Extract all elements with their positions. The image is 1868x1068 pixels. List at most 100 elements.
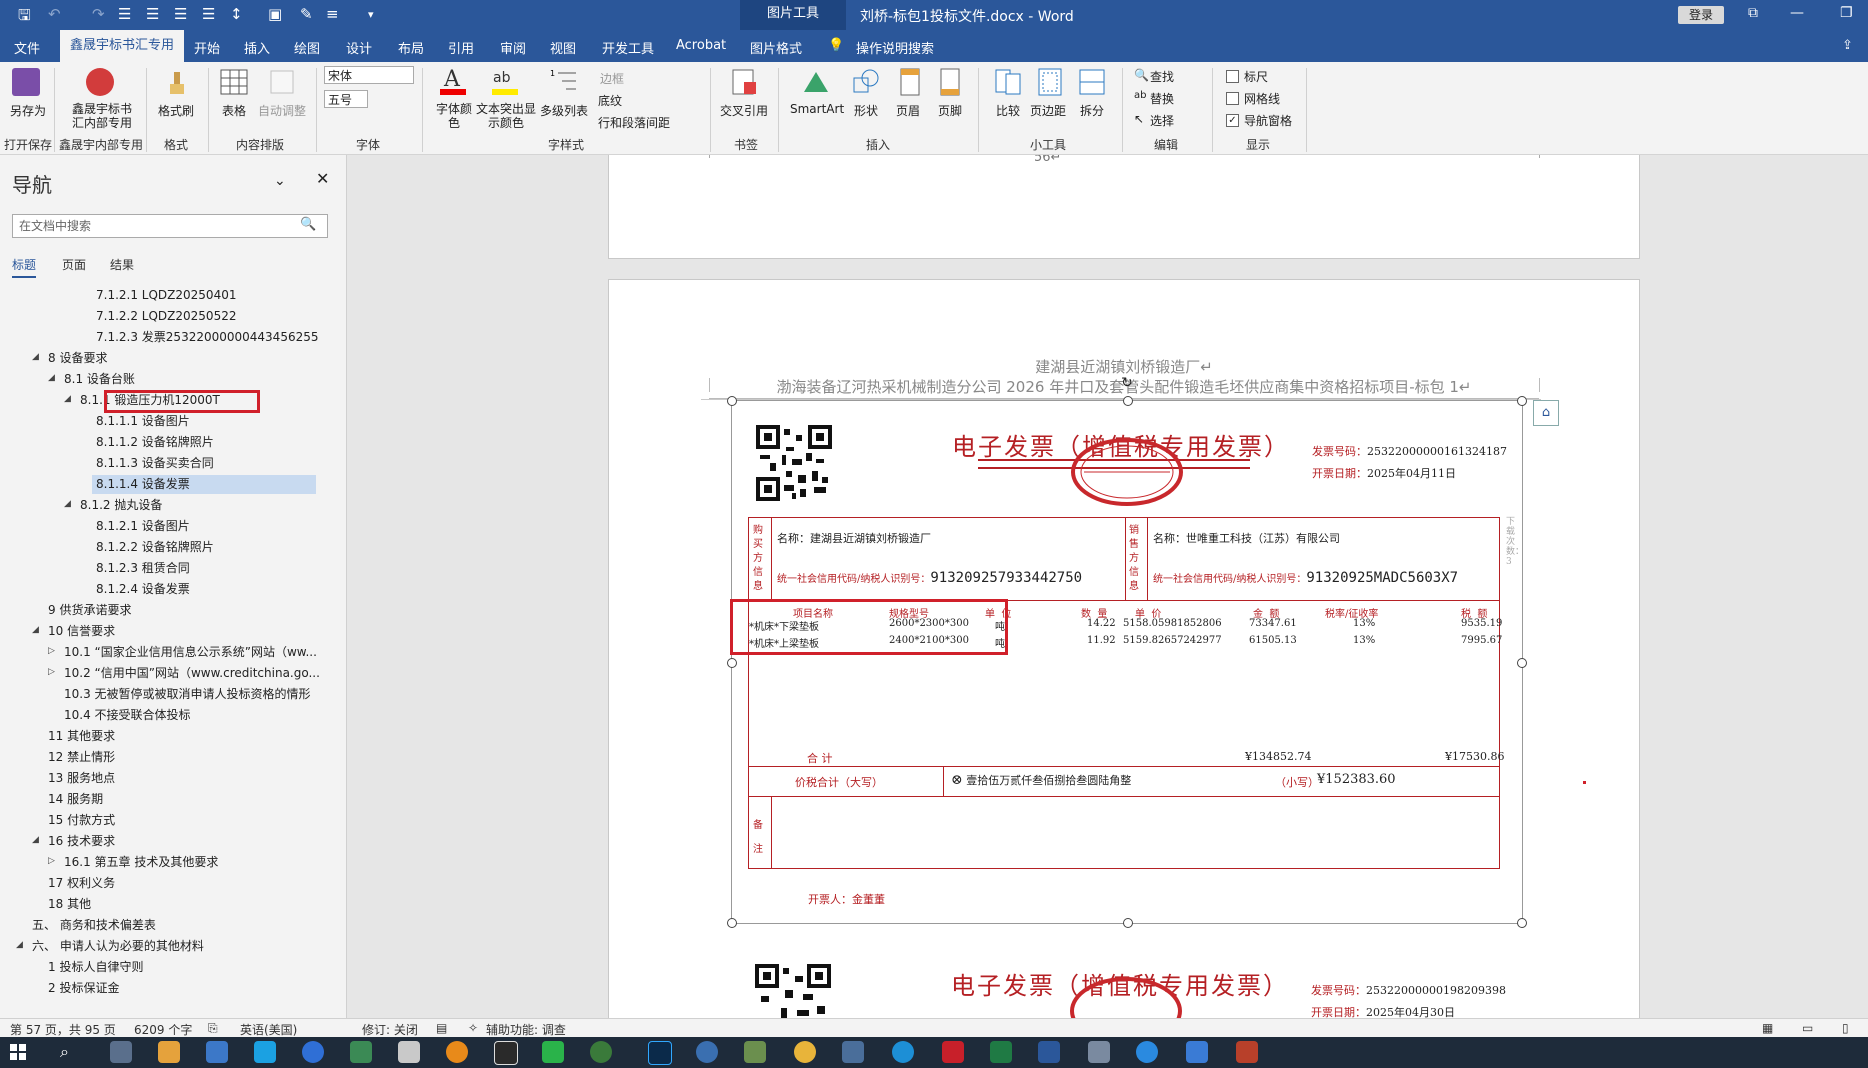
resize-handle[interactable]	[727, 658, 737, 668]
app-icon[interactable]	[590, 1041, 612, 1063]
tab-developer[interactable]: 开发工具	[602, 38, 654, 57]
folder-icon[interactable]	[158, 1041, 180, 1063]
login-button[interactable]: 登录	[1678, 6, 1724, 24]
line-spacing-icon[interactable]: ↕	[230, 5, 243, 23]
tab-view[interactable]: 视图	[550, 38, 576, 57]
nav-tab-headings[interactable]: 标题	[12, 256, 37, 278]
nav-heading-item[interactable]: 8.1.1.1 设备图片	[96, 412, 190, 430]
table-button[interactable]: 表格	[222, 102, 246, 119]
tab-xsy[interactable]: 鑫晟宇标书汇专用	[60, 30, 185, 62]
app-icon[interactable]	[302, 1041, 324, 1063]
shading-button[interactable]: 底纹	[598, 92, 622, 109]
resize-handle[interactable]	[1517, 918, 1527, 928]
selected-invoice-image[interactable]: 电子发票（增值税专用发票） 发票号码：25322000000161324187 …	[727, 375, 1527, 928]
house-logo-icon[interactable]	[86, 68, 114, 96]
app-icon[interactable]	[1088, 1041, 1110, 1063]
share-icon[interactable]: ⇪	[1842, 38, 1853, 53]
nav-heading-item[interactable]: 17 权利义务	[48, 874, 115, 892]
expand-icon[interactable]: ▷	[48, 646, 55, 656]
collapse-icon[interactable]: ◢	[64, 394, 71, 404]
nav-search-input[interactable]: 在文档中搜索	[12, 214, 328, 238]
accessibility-status[interactable]: 辅助功能: 调查	[486, 1021, 566, 1038]
rotate-handle-icon[interactable]: ↻	[1119, 375, 1135, 391]
nav-heading-item[interactable]: 10 信誉要求	[48, 622, 115, 640]
highlight-button[interactable]: 文本突出显示颜色	[476, 102, 536, 130]
nav-heading-item[interactable]: 7.1.2.2 LQDZ20250522	[96, 307, 236, 325]
wechat-icon[interactable]	[542, 1041, 564, 1063]
nav-heading-item[interactable]: 14 服务期	[48, 790, 103, 808]
app-icon[interactable]	[206, 1041, 228, 1063]
resize-handle[interactable]	[1123, 918, 1133, 928]
photoshop-icon[interactable]	[648, 1041, 672, 1065]
app-icon[interactable]	[794, 1041, 816, 1063]
nav-heading-item[interactable]: 11 其他要求	[48, 727, 115, 745]
resize-handle[interactable]	[727, 396, 737, 406]
nav-tab-pages[interactable]: 页面	[62, 256, 86, 273]
font-name-select[interactable]: 宋体	[324, 66, 414, 84]
nav-heading-item[interactable]: 8.1.1.3 设备买卖合同	[96, 454, 214, 472]
collapse-icon[interactable]: ◢	[16, 940, 23, 950]
tab-home[interactable]: 开始	[194, 38, 220, 57]
xsy-internal-button[interactable]: 鑫晟宇标书汇内部专用	[70, 102, 134, 130]
nav-tab-results[interactable]: 结果	[110, 256, 134, 273]
nav-heading-item[interactable]: 8.1 设备台账	[64, 370, 135, 388]
compare-icon[interactable]	[994, 68, 1022, 96]
calculator-icon[interactable]	[110, 1041, 132, 1063]
word-count[interactable]: 6209 个字	[134, 1021, 192, 1038]
margins-button[interactable]: 页边距	[1030, 102, 1066, 119]
tab-acrobat[interactable]: Acrobat	[676, 38, 726, 53]
nav-heading-item[interactable]: 9 供货承诺要求	[48, 601, 131, 619]
excel-icon[interactable]	[990, 1041, 1012, 1063]
edge-icon[interactable]	[892, 1041, 914, 1063]
gridlines-checkbox[interactable]	[1226, 92, 1239, 105]
app-icon[interactable]	[254, 1041, 276, 1063]
nav-heading-item[interactable]: 10.2 “信用中国”网站（www.creditchina.go...	[64, 664, 320, 682]
nav-heading-item[interactable]: 8.1.1.2 设备铭牌照片	[96, 433, 214, 451]
save-icon[interactable]: 🖫	[18, 5, 31, 30]
smartart-icon[interactable]	[802, 68, 830, 96]
collapse-icon[interactable]: ◢	[64, 499, 71, 509]
acrobat-icon[interactable]	[942, 1041, 964, 1063]
resize-handle[interactable]	[1123, 396, 1133, 406]
align-center-icon[interactable]: ☰	[146, 5, 159, 23]
multilevel-list-button[interactable]: 多级列表	[540, 102, 588, 119]
nav-heading-item[interactable]: 7.1.2.1 LQDZ20250401	[96, 286, 236, 304]
nav-heading-item[interactable]: 8 设备要求	[48, 349, 107, 367]
nav-heading-item[interactable]: 8.1.1.4 设备发票	[96, 475, 190, 493]
header-icon[interactable]	[896, 68, 924, 96]
split-icon[interactable]	[1078, 68, 1106, 96]
table-icon[interactable]	[220, 68, 248, 96]
track-changes[interactable]: 修订: 关闭	[362, 1021, 418, 1038]
tab-design[interactable]: 设计	[346, 38, 372, 57]
nav-heading-item[interactable]: 16 技术要求	[48, 832, 115, 850]
nav-heading-item[interactable]: 18 其他	[48, 895, 91, 913]
multilevel-icon[interactable]: ≡	[326, 5, 339, 23]
search-icon[interactable]: 🔍	[300, 217, 316, 232]
resize-handle[interactable]	[1517, 396, 1527, 406]
nav-heading-item[interactable]: 8.1.2.1 设备图片	[96, 517, 190, 535]
language[interactable]: 英语(美国)	[240, 1021, 297, 1038]
compare-button[interactable]: 比较	[996, 102, 1020, 119]
nav-heading-item[interactable]: 五、 商务和技术偏差表	[32, 916, 156, 934]
app-icon[interactable]	[350, 1041, 372, 1063]
ruler-checkbox[interactable]	[1226, 70, 1239, 83]
app-icon[interactable]	[1186, 1041, 1208, 1063]
nav-heading-item[interactable]: 7.1.2.3 发票25322000000443456255	[96, 328, 319, 346]
layout-options-icon[interactable]: ⌂	[1533, 400, 1559, 426]
app-icon[interactable]	[1236, 1041, 1258, 1063]
tell-me-search[interactable]: 操作说明搜索	[856, 38, 934, 57]
windows-start-icon[interactable]	[10, 1044, 26, 1060]
redo-icon[interactable]: ↷	[92, 5, 105, 23]
justify-icon[interactable]: ☰	[202, 5, 215, 23]
footer-icon[interactable]	[936, 68, 964, 96]
nav-heading-item[interactable]: 16.1 第五章 技术及其他要求	[64, 853, 218, 871]
proofing-icon[interactable]: ⎘	[208, 1021, 218, 1036]
tab-file[interactable]: 文件	[14, 38, 40, 57]
find-button[interactable]: 查找	[1150, 68, 1174, 85]
restore-icon[interactable]: ❐	[1840, 5, 1853, 21]
macro-icon[interactable]: ▤	[436, 1021, 447, 1035]
footer-button[interactable]: 页脚	[938, 102, 962, 119]
web-layout-icon[interactable]: ▯	[1842, 1021, 1849, 1035]
highlight-icon[interactable]: ab	[490, 66, 518, 95]
select-button[interactable]: 选择	[1150, 112, 1174, 129]
